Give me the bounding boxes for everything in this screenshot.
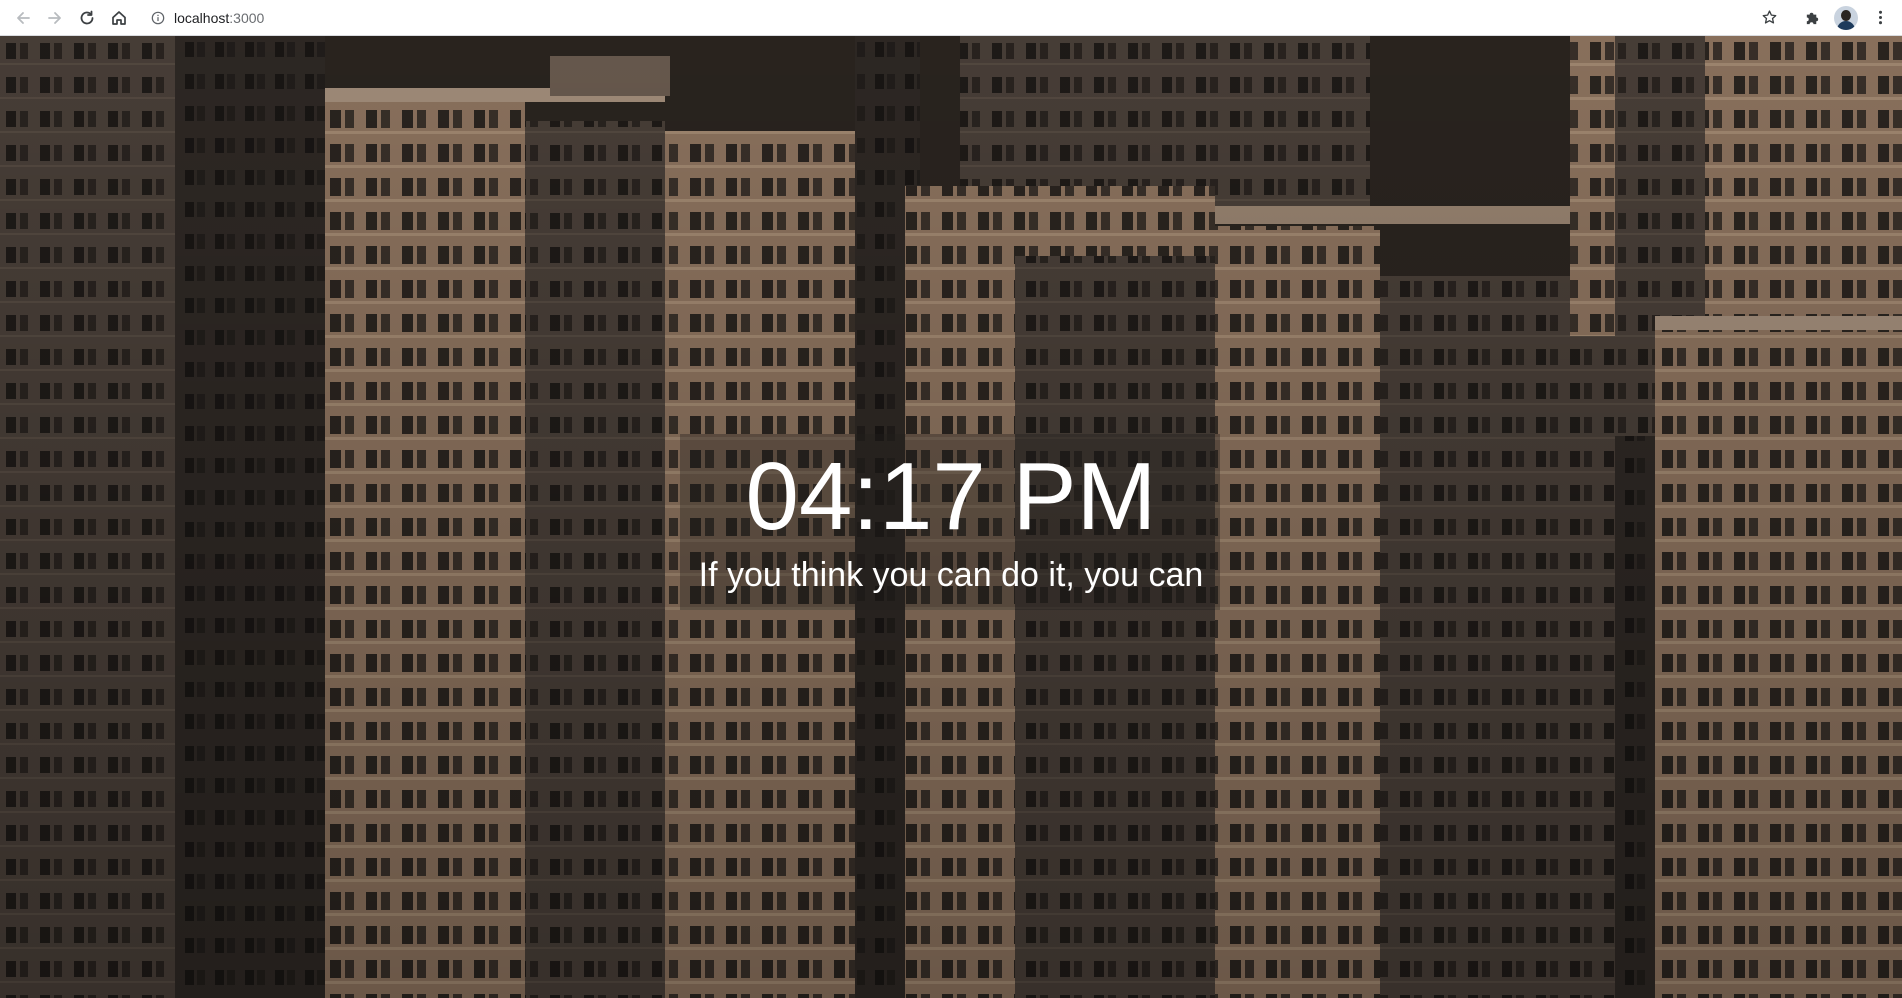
home-icon (112, 10, 126, 25)
forward-button[interactable] (40, 3, 70, 33)
address-bar[interactable]: localhost :3000 (144, 3, 1788, 32)
reload-button[interactable] (72, 3, 102, 33)
browser-menu-button[interactable] (1866, 4, 1894, 32)
info-icon[interactable] (150, 10, 166, 26)
kebab-menu-icon (1878, 10, 1882, 25)
arrow-right-icon (48, 11, 61, 24)
motivational-quote: If you think you can do it, you can (698, 556, 1204, 594)
back-button[interactable] (8, 3, 38, 33)
reload-icon (80, 10, 94, 24)
arrow-left-icon (17, 11, 30, 24)
star-icon (1762, 10, 1776, 24)
avatar (1834, 5, 1858, 30)
puzzle-icon (1806, 12, 1818, 25)
home-button[interactable] (104, 3, 134, 33)
clock-time: 04:17 PM (745, 443, 1157, 550)
bookmark-button[interactable] (1756, 5, 1782, 31)
extensions-button[interactable] (1798, 4, 1826, 32)
browser-toolbar: localhost :3000 (0, 0, 1902, 36)
url-port: :3000 (229, 9, 265, 26)
url-host: localhost (174, 9, 230, 26)
profile-button[interactable] (1832, 4, 1860, 32)
